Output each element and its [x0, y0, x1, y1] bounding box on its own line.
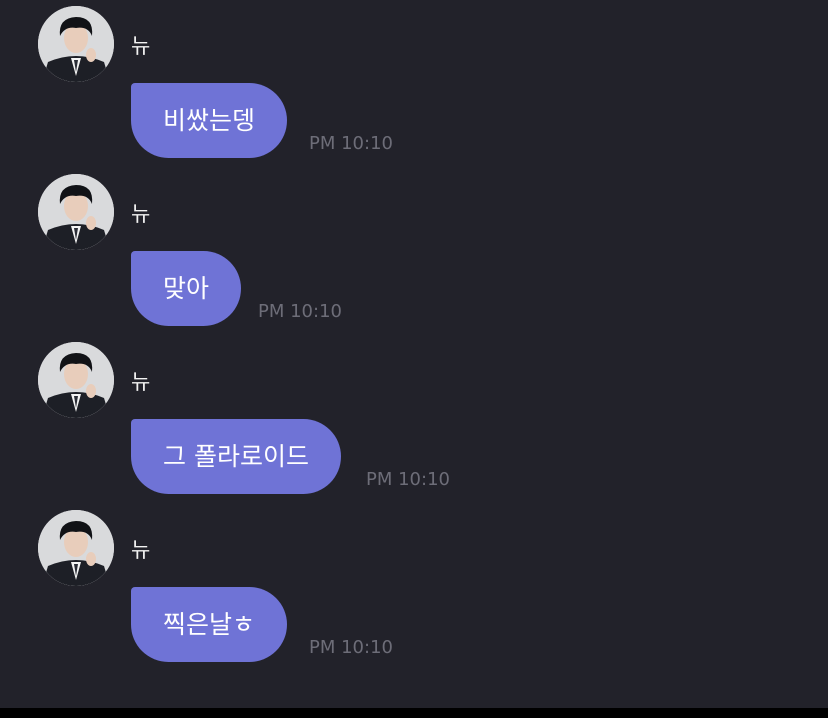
- avatar[interactable]: [38, 6, 114, 82]
- message-bubble[interactable]: 찍은날ㅎ: [131, 587, 288, 662]
- bottom-bar: [0, 708, 828, 718]
- profile-photo-icon: [38, 174, 114, 250]
- sender-name: 뉴: [131, 370, 151, 394]
- message-time: PM 10:10: [309, 133, 393, 154]
- message-bubble[interactable]: 맞아: [131, 251, 242, 326]
- message-time: PM 10:10: [366, 469, 450, 490]
- profile-photo-icon: [38, 6, 114, 82]
- message-row: 뉴 그 폴라로이드 PM 10:10: [0, 336, 828, 504]
- sender-name: 뉴: [131, 538, 151, 562]
- profile-photo-icon: [38, 342, 114, 418]
- sender-name: 뉴: [131, 34, 151, 58]
- message-row: 뉴 맞아 PM 10:10: [0, 168, 828, 336]
- profile-photo-icon: [38, 510, 114, 586]
- message-row: 뉴 비쌌는뎅 PM 10:10: [0, 0, 828, 168]
- avatar[interactable]: [38, 174, 114, 250]
- message-bubble[interactable]: 그 폴라로이드: [131, 419, 341, 494]
- message-row: 뉴 찍은날ㅎ PM 10:10: [0, 504, 828, 672]
- message-time: PM 10:10: [258, 301, 342, 322]
- message-time: PM 10:10: [309, 637, 393, 658]
- sender-name: 뉴: [131, 202, 151, 226]
- avatar[interactable]: [38, 342, 114, 418]
- chat-message-list[interactable]: 뉴 비쌌는뎅 PM 10:10 뉴 맞아 PM 10:10 뉴 그 폴라로이드 …: [0, 0, 828, 708]
- message-bubble[interactable]: 비쌌는뎅: [131, 83, 288, 158]
- avatar[interactable]: [38, 510, 114, 586]
